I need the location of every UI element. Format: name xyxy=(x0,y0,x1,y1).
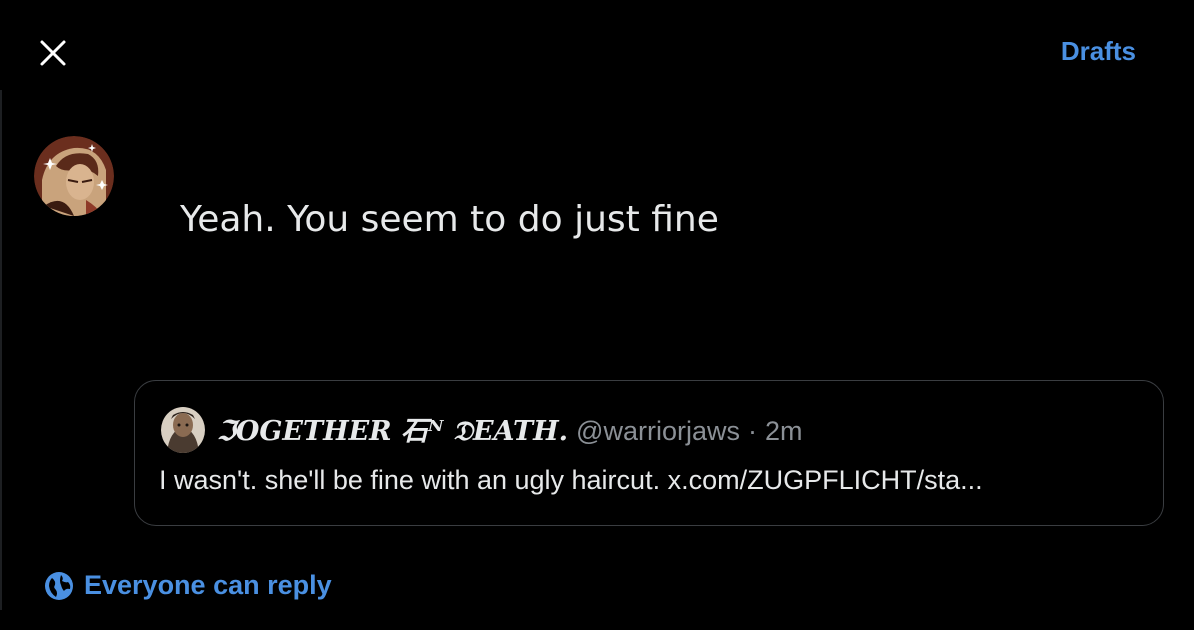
quoted-user-avatar xyxy=(161,407,205,453)
window-edge xyxy=(0,90,2,610)
globe-icon xyxy=(45,571,73,600)
quoted-display-name[interactable]: ℑOGETHER ⽯ᴺ 𝔇EATH. xyxy=(217,409,568,448)
quoted-post-text: I wasn't. she'll be fine with an ugly ha… xyxy=(159,465,983,495)
quoted-post-header: ℑOGETHER ⽯ᴺ 𝔇EATH. @warriorjaws · 2m xyxy=(217,409,803,448)
quoted-avatar-image xyxy=(161,407,205,453)
drafts-button[interactable]: Drafts xyxy=(1061,36,1136,67)
quoted-post-card[interactable]: ℑOGETHER ⽯ᴺ 𝔇EATH. @warriorjaws · 2m I w… xyxy=(134,380,1164,526)
close-button[interactable] xyxy=(30,30,76,76)
quoted-handle[interactable]: @warriorjaws xyxy=(576,416,740,447)
close-icon xyxy=(40,40,66,66)
avatar-image xyxy=(34,136,114,216)
quoted-timestamp: 2m xyxy=(764,416,803,446)
separator-dot: · xyxy=(747,416,757,446)
user-avatar[interactable] xyxy=(34,136,114,216)
reply-permission-button[interactable]: Everyone can reply xyxy=(44,570,332,601)
compose-textarea[interactable]: Yeah. You seem to do just fine xyxy=(180,196,719,244)
compose-modal: Drafts Yeah. You seem to do just fine ℑO… xyxy=(0,0,1194,630)
reply-permission-label: Everyone can reply xyxy=(84,570,332,600)
